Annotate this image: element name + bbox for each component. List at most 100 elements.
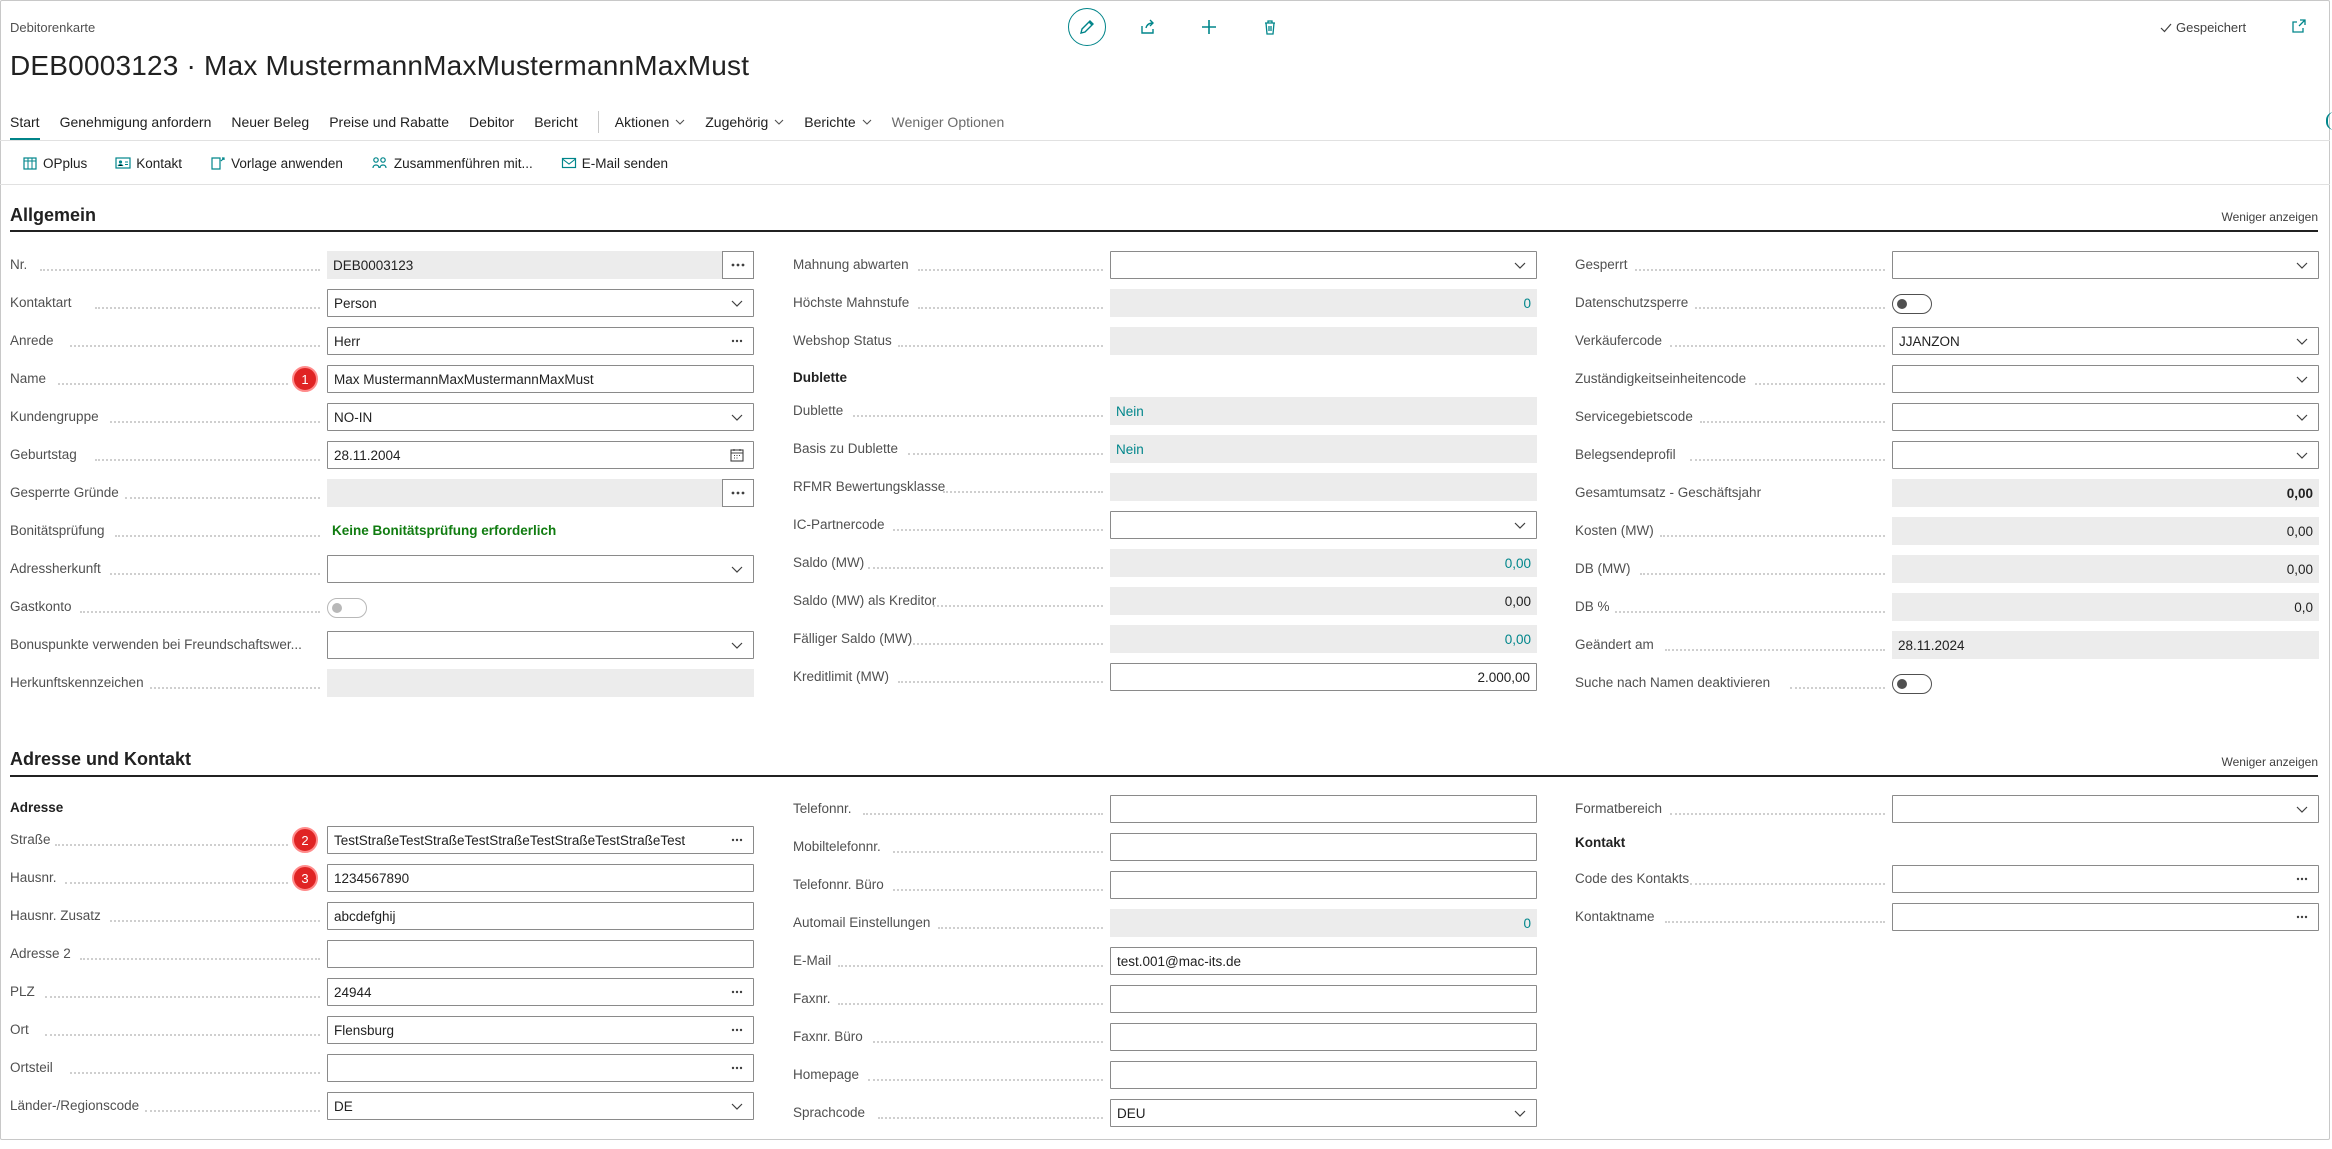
adressherkunft-select[interactable] (327, 555, 754, 583)
saldo-kreditor-field[interactable]: 0,00 (1110, 587, 1537, 615)
menu-aktionen[interactable]: Aktionen (615, 110, 685, 134)
field-belegsendeprofil: Belegsendeprofil (1575, 441, 2319, 469)
menu-neuer-beleg[interactable]: Neuer Beleg (231, 110, 309, 134)
menu-start[interactable]: Start (10, 110, 40, 140)
fax-input[interactable] (1110, 985, 1537, 1013)
kontaktname-input[interactable] (1892, 903, 2319, 931)
herkunftskennzeichen-field[interactable] (327, 669, 754, 697)
saldo-field[interactable]: 0,00 (1110, 549, 1537, 577)
action-menu: Start Genehmigung anfordern Neuer Beleg … (10, 110, 1024, 140)
dublette-field[interactable]: Nein (1110, 397, 1537, 425)
nr-assist-button[interactable] (722, 251, 754, 279)
hausnr-input[interactable]: 1234567890 (327, 864, 754, 892)
chevron-down-icon (1514, 522, 1526, 529)
gesperrt-select[interactable] (1892, 251, 2319, 279)
mobil-input[interactable] (1110, 833, 1537, 861)
telefon-input[interactable] (1110, 795, 1537, 823)
section-underline (10, 775, 2318, 777)
new-button[interactable] (1190, 8, 1228, 46)
ortsteil-input[interactable] (327, 1054, 754, 1082)
action-vorlage[interactable]: Vorlage anwenden (210, 155, 343, 171)
menu-preise[interactable]: Preise und Rabatte (329, 110, 449, 134)
merge-icon (372, 157, 387, 169)
telefon-buero-input[interactable] (1110, 871, 1537, 899)
db-field[interactable]: 0,00 (1892, 555, 2319, 583)
geburtstag-input[interactable]: 28.11.2004 (327, 441, 754, 469)
top-action-bar (1068, 8, 1312, 46)
gastkonto-toggle[interactable] (327, 598, 367, 618)
ic-partner-select[interactable] (1110, 511, 1537, 539)
ellipsis-icon (2296, 877, 2308, 881)
bonitaet-value[interactable]: Keine Bonitätsprüfung erforderlich (332, 523, 556, 538)
menu-debitor[interactable]: Debitor (469, 110, 514, 134)
email-input[interactable]: test.001@mac-its.de (1110, 947, 1537, 975)
adresse2-input[interactable] (327, 940, 754, 968)
code-kontakt-input[interactable] (1892, 865, 2319, 893)
formatbereich-select[interactable] (1892, 795, 2319, 823)
ellipsis-icon (731, 838, 743, 842)
geaendert-field[interactable]: 28.11.2024 (1892, 631, 2319, 659)
ellipsis-icon (2296, 915, 2308, 919)
plz-input[interactable]: 24944 (327, 978, 754, 1006)
field-telefon: Telefonnr. (793, 795, 1537, 823)
belegsendeprofil-select[interactable] (1892, 441, 2319, 469)
field-sprachcode: Sprachcode DEU (793, 1099, 1537, 1127)
hoechste-mahnstufe-field[interactable]: 0 (1110, 289, 1537, 317)
field-formatbereich: Formatbereich (1575, 795, 2319, 823)
section-title-allgemein[interactable]: Allgemein (10, 205, 96, 226)
datenschutzsperre-toggle[interactable] (1892, 294, 1932, 314)
ort-input[interactable]: Flensburg (327, 1016, 754, 1044)
kundengruppe-select[interactable]: NO-IN (327, 403, 754, 431)
action-zusammenfuehren[interactable]: Zusammenführen mit... (371, 155, 533, 171)
gesperrte-gruende-assist-button[interactable] (722, 479, 754, 507)
group-adresse: Adresse (10, 795, 754, 823)
gesamtumsatz-field[interactable]: 0,00 (1892, 479, 2319, 507)
action-email[interactable]: E-Mail senden (561, 155, 668, 171)
rfmr-field[interactable] (1110, 473, 1537, 501)
bonuspunkte-select[interactable] (327, 631, 754, 659)
menu-zugehoerig[interactable]: Zugehörig (705, 110, 784, 134)
automail-field[interactable]: 0 (1110, 909, 1537, 937)
share-button[interactable] (1129, 8, 1167, 46)
faelliger-saldo-field[interactable]: 0,00 (1110, 625, 1537, 653)
menu-weniger-optionen[interactable]: Weniger Optionen (892, 110, 1005, 134)
fax-buero-input[interactable] (1110, 1023, 1537, 1051)
basis-dublette-field[interactable]: Nein (1110, 435, 1537, 463)
servicegebiet-select[interactable] (1892, 403, 2319, 431)
open-new-window-button[interactable] (2291, 18, 2307, 39)
group-dublette: Dublette (793, 365, 1537, 393)
suche-namen-toggle[interactable] (1892, 674, 1932, 694)
menu-berichte[interactable]: Berichte (804, 110, 872, 134)
zustaendigkeit-select[interactable] (1892, 365, 2319, 393)
chevron-down-icon (2296, 376, 2308, 383)
show-less-allgemein[interactable]: Weniger anzeigen (2221, 210, 2318, 224)
field-db: DB (MW) 0,00 (1575, 555, 2319, 583)
field-kontaktname: Kontaktname (1575, 903, 2319, 931)
edit-button[interactable] (1068, 8, 1106, 46)
show-less-adresse[interactable]: Weniger anzeigen (2221, 755, 2318, 769)
kontaktart-select[interactable]: Person (327, 289, 754, 317)
gesperrte-gruende-field[interactable] (327, 479, 725, 507)
sprachcode-select[interactable]: DEU (1110, 1099, 1537, 1127)
delete-button[interactable] (1251, 8, 1289, 46)
hausnr-zusatz-input[interactable]: abcdefghij (327, 902, 754, 930)
nr-field[interactable]: DEB0003123 (327, 251, 725, 279)
verkaeufercode-select[interactable]: JJANZON (1892, 327, 2319, 355)
section-title-adresse[interactable]: Adresse und Kontakt (10, 749, 191, 770)
anrede-input[interactable]: Herr (327, 327, 754, 355)
action-opplus[interactable]: OPplus (22, 155, 87, 171)
popout-icon (2292, 19, 2306, 33)
strasse-input[interactable]: TestStraßeTestStraßeTestStraßeTestStraße… (327, 826, 754, 854)
menu-bericht[interactable]: Bericht (534, 110, 578, 134)
db-prozent-field[interactable]: 0,0 (1892, 593, 2319, 621)
name-input[interactable]: Max MustermannMaxMustermannMaxMust (327, 365, 754, 393)
mahnung-select[interactable] (1110, 251, 1537, 279)
kosten-field[interactable]: 0,00 (1892, 517, 2319, 545)
webshop-status-field[interactable] (1110, 327, 1537, 355)
ellipsis-icon (731, 990, 743, 994)
kreditlimit-input[interactable]: 2.000,00 (1110, 663, 1537, 691)
homepage-input[interactable] (1110, 1061, 1537, 1089)
action-kontakt[interactable]: Kontakt (115, 155, 182, 171)
land-select[interactable]: DE (327, 1092, 754, 1120)
menu-genehmigung[interactable]: Genehmigung anfordern (60, 110, 212, 134)
